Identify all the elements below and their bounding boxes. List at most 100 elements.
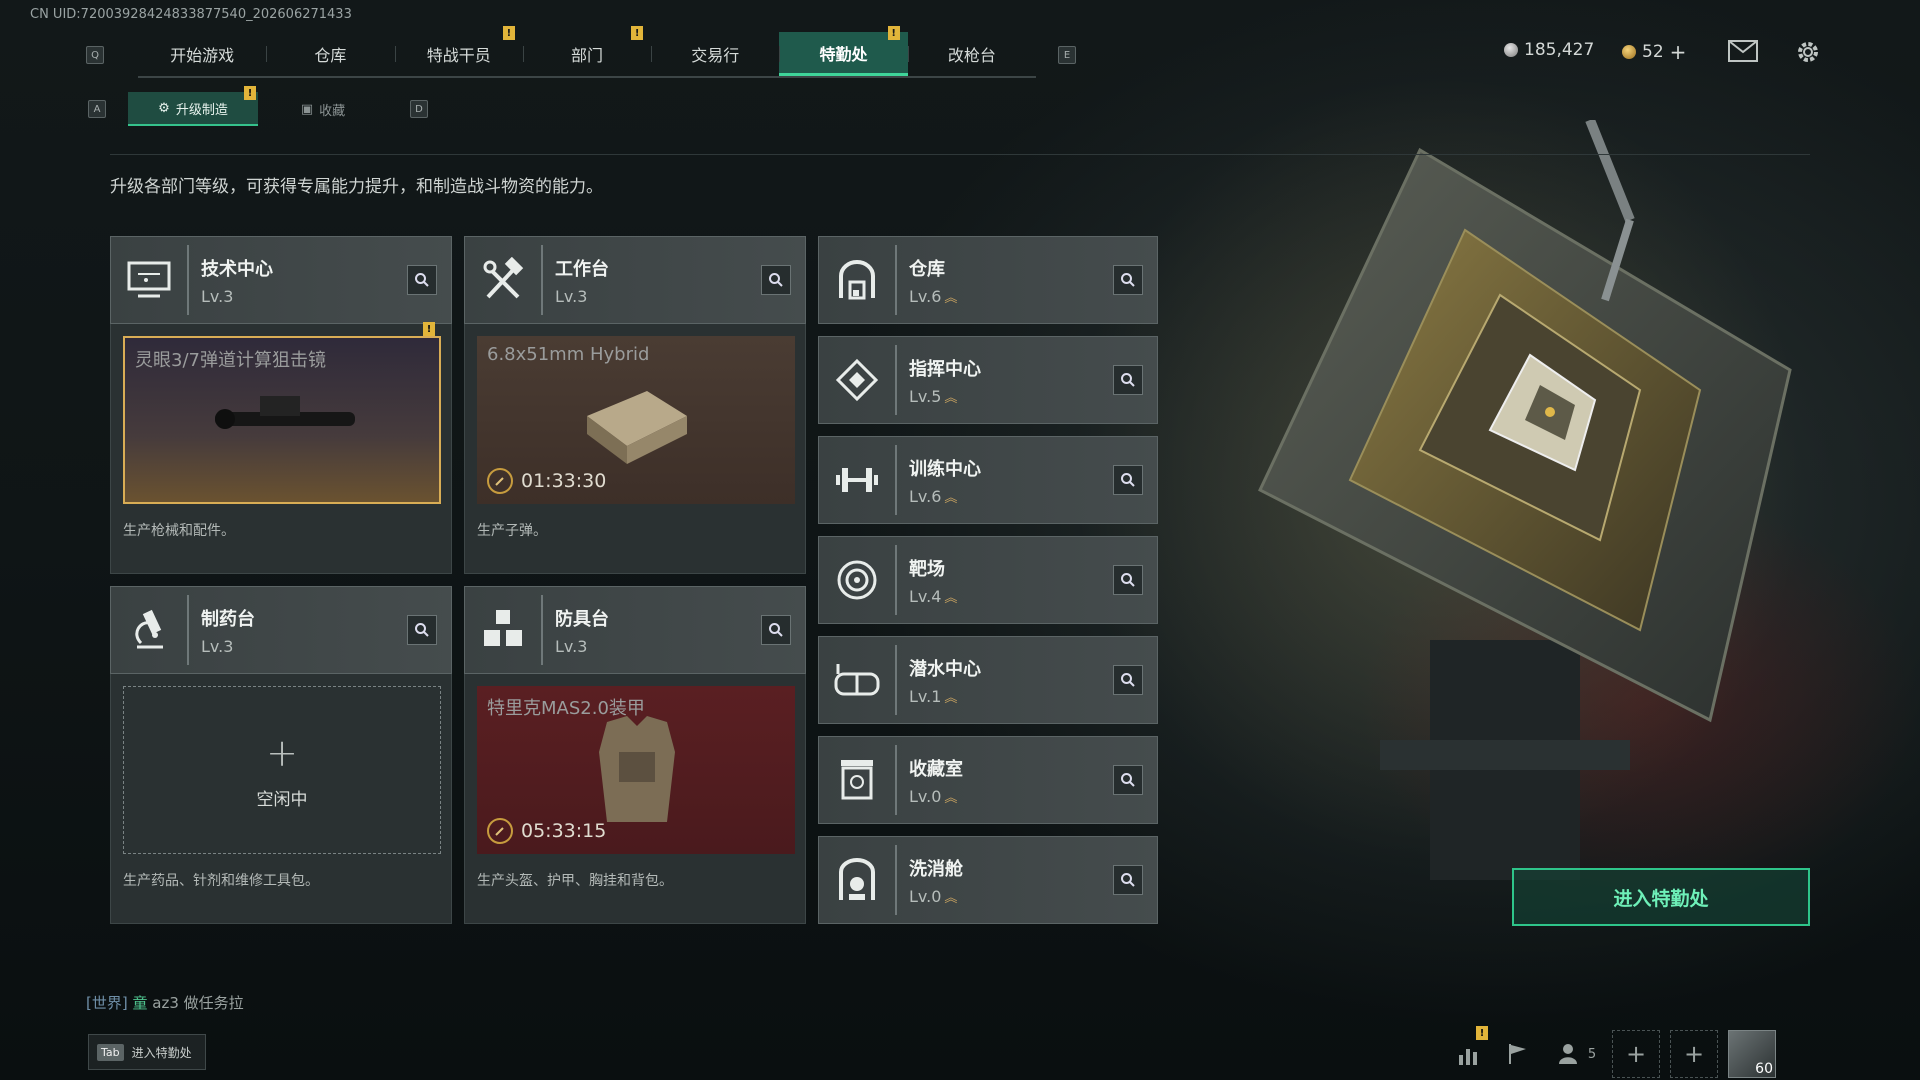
friends-button[interactable]: 5 — [1542, 1030, 1612, 1078]
facility-level: Lv.6 — [909, 486, 942, 506]
settings-gear-icon[interactable] — [1794, 38, 1822, 66]
timer-clock-icon — [487, 468, 513, 494]
user-uid: CN UID:72003928424833877540_202606271433 — [30, 7, 352, 22]
workshop-body: + 空闲中 生产药品、针剂和维修工具包。 — [110, 674, 452, 924]
tab-special-ops[interactable]: 特勤处! — [779, 26, 908, 76]
search-icon[interactable] — [761, 265, 791, 295]
search-icon[interactable] — [761, 615, 791, 645]
add-plus-icon: + — [1625, 1040, 1647, 1068]
workshop-level: Lv.3 — [201, 286, 234, 306]
workshop-header[interactable]: 防具台 Lv.3 — [464, 586, 806, 674]
silver-coin-icon — [1504, 43, 1518, 57]
world-chat-line[interactable]: [世界] 童 az3 做任务拉 — [86, 992, 244, 1013]
workshop-header[interactable]: 制药台 Lv.3 — [110, 586, 452, 674]
tab-shortcut-button[interactable]: Tab 进入特勤处 — [88, 1034, 206, 1070]
subtab-label: 收藏 — [319, 103, 346, 119]
tab-trading[interactable]: 交易行 — [651, 32, 779, 76]
gold-currency: 52 + — [1622, 40, 1686, 64]
tab-key: Tab — [97, 1043, 124, 1061]
stats-chart-icon[interactable]: ! — [1446, 1026, 1494, 1078]
warning-badge: ! — [423, 322, 435, 336]
add-gold-button[interactable]: + — [1670, 40, 1687, 64]
facility-card-decontamination[interactable]: 洗消舱 Lv.0 ︽ — [818, 836, 1158, 924]
subtab-next-key[interactable]: D — [410, 100, 428, 118]
workshop-card-tech-center: 技术中心 Lv.3 灵眼3/7弹道计算狙击镜 ! 生产枪械和配件。 — [110, 236, 452, 574]
facility-card-diving[interactable]: 潜水中心 Lv.1 ︽ — [818, 636, 1158, 724]
workshop-level: Lv.3 — [555, 636, 588, 656]
timer-value: 01:33:30 — [521, 470, 607, 492]
upgrade-arrow-icon: ︽ — [944, 490, 958, 506]
search-icon[interactable] — [407, 615, 437, 645]
nav-next-key[interactable]: E — [1058, 46, 1076, 64]
ammo-box-image — [587, 391, 687, 464]
main-nav: 开始游戏 仓库 特战干员! 部门! 交易行 特勤处! 改枪台 — [138, 26, 1036, 78]
facility-level: Lv.0 — [909, 786, 942, 806]
target-icon — [819, 545, 897, 615]
upgrade-arrow-icon: ︽ — [944, 790, 958, 806]
workshop-card-armor: 防具台 Lv.3 特里克MAS2.0装甲 05:33:15 生产头盔、护甲、胸挂… — [464, 586, 806, 924]
tab-label: 特战干员 — [426, 46, 491, 65]
warning-badge: ! — [1476, 1026, 1488, 1040]
player-avatar[interactable]: 60 — [1728, 1030, 1776, 1078]
facility-card-command[interactable]: 指挥中心 Lv.5 ︽ — [818, 336, 1158, 424]
search-icon[interactable] — [1113, 265, 1143, 295]
workshop-body: 灵眼3/7弹道计算狙击镜 ! 生产枪械和配件。 — [110, 322, 452, 574]
tab-shortcut-label: 进入特勤处 — [131, 1045, 192, 1060]
tab-label: 开始游戏 — [170, 46, 235, 65]
enter-special-ops-button[interactable]: 进入特勤处 — [1512, 868, 1810, 926]
upgrade-arrow-icon: ︽ — [944, 890, 958, 906]
facility-card-range[interactable]: 靶场 Lv.4 ︽ — [818, 536, 1158, 624]
nav-prev-key[interactable]: Q — [86, 46, 104, 64]
facility-level: Lv.0 — [909, 886, 942, 906]
microscope-icon — [111, 595, 189, 665]
facility-card-training[interactable]: 训练中心 Lv.6 ︽ — [818, 436, 1158, 524]
facility-name: 指挥中心 — [909, 358, 981, 380]
search-icon[interactable] — [1113, 465, 1143, 495]
search-icon[interactable] — [1113, 665, 1143, 695]
warning-badge: ! — [887, 26, 900, 40]
craft-slot[interactable]: 特里克MAS2.0装甲 05:33:15 — [477, 686, 795, 854]
decontam-icon — [819, 845, 897, 915]
facility-card-warehouse[interactable]: 仓库 Lv.6 ︽ — [818, 236, 1158, 324]
upgrade-arrow-icon: ︽ — [944, 590, 958, 606]
workshop-level: Lv.3 — [555, 286, 588, 306]
tab-gunsmith[interactable]: 改枪台 — [907, 32, 1036, 76]
flag-icon[interactable] — [1494, 1030, 1542, 1078]
subtab-label: 升级制造 — [175, 102, 228, 118]
tab-operators[interactable]: 特战干员! — [394, 26, 523, 76]
add-plus-icon: + — [1683, 1040, 1705, 1068]
search-icon[interactable] — [1113, 765, 1143, 795]
search-icon[interactable] — [1113, 865, 1143, 895]
facility-card-collection-room[interactable]: 收藏室 Lv.0 ︽ — [818, 736, 1158, 824]
search-icon[interactable] — [1113, 565, 1143, 595]
workshop-header[interactable]: 技术中心 Lv.3 — [110, 236, 452, 324]
gold-coin-icon — [1622, 45, 1636, 59]
craft-slot-empty[interactable]: + 空闲中 — [123, 686, 441, 854]
craft-slot[interactable]: 6.8x51mm Hybrid 01:33:30 — [477, 336, 795, 504]
facility-level: Lv.1 — [909, 686, 942, 706]
facility-name: 洗消舱 — [909, 858, 963, 880]
add-party-slot[interactable]: + — [1670, 1030, 1718, 1078]
computer-icon — [111, 245, 189, 315]
tab-start-game[interactable]: 开始游戏 — [138, 32, 266, 76]
craft-timer: 01:33:30 — [487, 468, 606, 494]
cubes-icon — [465, 595, 543, 665]
tab-department[interactable]: 部门! — [522, 26, 651, 76]
page-description: 升级各部门等级，可获得专属能力提升，和制造战斗物资的能力。 — [110, 177, 603, 197]
workshop-body: 特里克MAS2.0装甲 05:33:15 生产头盔、护甲、胸挂和背包。 — [464, 674, 806, 924]
upgrade-arrow-icon: ︽ — [944, 290, 958, 306]
add-party-slot[interactable]: + — [1612, 1030, 1660, 1078]
subtab-prev-key[interactable]: A — [88, 100, 106, 118]
upgrade-arrow-icon: ︽ — [944, 690, 958, 706]
warning-badge: ! — [631, 26, 644, 40]
workshop-header[interactable]: 工作台 Lv.3 — [464, 236, 806, 324]
craft-slot[interactable]: 灵眼3/7弹道计算狙击镜 — [123, 336, 441, 504]
search-icon[interactable] — [1113, 365, 1143, 395]
divider — [110, 154, 1810, 155]
search-icon[interactable] — [407, 265, 437, 295]
tab-warehouse[interactable]: 仓库 — [266, 32, 394, 76]
subtab-upgrade-craft[interactable]: ⚙ 升级制造 ! — [128, 86, 258, 126]
silver-currency: 185,427 — [1504, 40, 1594, 60]
mail-icon[interactable] — [1728, 40, 1758, 62]
subtab-collection[interactable]: ▣ 收藏 — [258, 92, 388, 126]
